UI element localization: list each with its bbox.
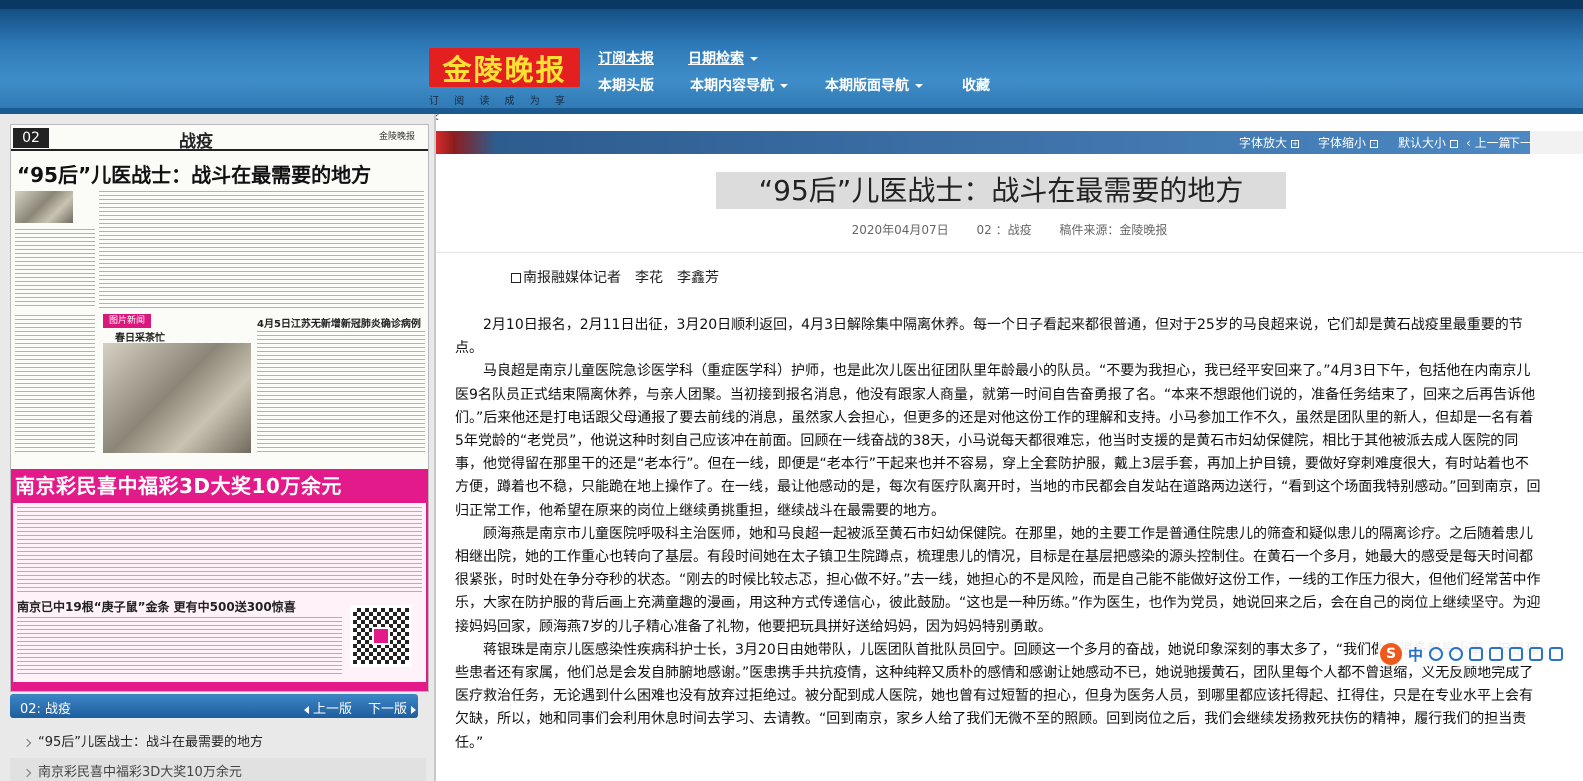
header-top-band [0,0,1583,9]
paper-photo-large [103,343,251,453]
plus-icon: + [1291,139,1300,148]
font-smaller-button[interactable]: 字体缩小 - [1318,134,1379,151]
font-default-button[interactable]: 默认大小 [1398,134,1459,151]
paper-side-headline[interactable]: 4月5日江苏无新增新冠肺炎确诊病例 [257,315,427,330]
article-body: 2月10日报名，2月11日出征，3月20日顺利返回，4月3日解除集中隔离休养。每… [455,314,1542,755]
article-list-item-title: “95后”儿医战士：战斗在最需要的地方 [38,735,264,750]
font-bigger-button[interactable]: 字体放大 + [1239,134,1300,151]
paper-ad-footer [11,682,428,691]
square-icon [1450,139,1459,148]
paper-text-column [99,191,424,309]
keyboard-icon[interactable] [1489,647,1504,661]
logo-text: 金陵晚报 [442,52,567,87]
newspaper-page-thumbnail[interactable]: 02 战疫 金陵晚报 “95后”儿医战士：战斗在最需要的地方 图片新闻 春日采茶… [10,124,429,692]
article-page: 02 ：战疫 [976,223,1032,237]
next-page-label: 下一版 [368,702,408,717]
ime-mode-toggle[interactable]: 中 [1408,644,1423,665]
paper-text-column [257,331,425,455]
article-list-item-title: 南京彩民喜中福彩3D大奖10万余元 [38,765,242,780]
article-list: “95后”儿医战士：战斗在最需要的地方 南京彩民喜中福彩3D大奖10万余元 [10,728,426,781]
nav-date-search[interactable]: 日期检索 [688,48,758,68]
article-list-item[interactable]: “95后”儿医战士：战斗在最需要的地方 [10,728,426,758]
nav-content-nav-label: 本期内容导航 [690,78,774,94]
prev-page-button[interactable]: 上一版 [304,698,352,717]
punctuation-icon[interactable] [1429,647,1444,661]
page-root: 金陵晚报 订 阅 读 成 为 享 受 订阅本报 日期检索 本期头版 本期内容导航… [0,0,1583,781]
article-paragraph: 2月10日报名，2月11日出征，3月20日顺利返回，4月3日解除集中隔离休养。每… [455,317,1523,357]
chevron-down-icon [750,57,758,61]
article-meta: 2020年04月07日 02 ：战疫 稿件来源：金陵晚报 [436,221,1583,238]
next-article-button[interactable]: 下一 [1508,134,1532,151]
paper-ad-subheadline[interactable]: 南京已中19根“庚子鼠”金条 更有中500送300惊喜 [17,598,296,615]
newspaper-logo[interactable]: 金陵晚报 [429,48,580,87]
emoji-icon[interactable] [1449,647,1464,661]
article-list-item[interactable]: 南京彩民喜中福彩3D大奖10万余元 [10,758,426,781]
prev-page-label: 上一版 [313,702,353,717]
arrow-left-icon [304,705,309,714]
site-header: 金陵晚报 订 阅 读 成 为 享 受 订阅本报 日期检索 本期头版 本期内容导航… [0,0,1583,122]
paper-masthead: 金陵晚报 [379,132,416,142]
nav-subscribe[interactable]: 订阅本报 [598,48,654,68]
sidebar-divider [434,114,436,781]
article-byline-text: 南报融媒体记者 李花 李鑫芳 [523,270,719,286]
paper-page-header: 02 战疫 金陵晚报 [11,125,428,152]
article-source: 稿件来源：金陵晚报 [1059,223,1168,237]
pager-current-page: 02: 战疫 [20,702,72,717]
paper-section-name: 战疫 [179,132,213,152]
paper-headline[interactable]: “95后”儿医战士：战斗在最需要的地方 [17,159,427,188]
next-article-label: 下一 [1508,136,1533,150]
chevron-right-icon [22,738,32,748]
arrow-right-icon [411,705,417,714]
paper-page-number: 02 [13,128,49,148]
article-paragraph: 顾海燕是南京市儿童医院呼吸科主治医师，她和马良超一起被派至黄石市妇幼保健院。在那… [455,525,1541,635]
user-icon[interactable] [1509,647,1524,661]
minus-icon: - [1370,139,1379,148]
nav-layout-nav[interactable]: 本期版面导航 [825,75,923,95]
box-icon [511,273,521,283]
paper-text-column [15,229,95,309]
next-page-button[interactable]: 下一版 [368,698,417,717]
sogou-logo-icon[interactable]: S [1380,643,1402,665]
paper-photo-news-tag: 图片新闻 [103,314,152,328]
paper-photo-small [15,191,73,223]
paper-ad-text [17,617,342,677]
paper-photo-caption[interactable]: 春日采茶忙 [115,329,165,344]
paper-ad-text [17,507,422,593]
article-title: “95后”儿医战士：战斗在最需要的地方 [716,172,1286,209]
article-date: 2020年04月07日 [851,223,949,237]
ime-toolbar[interactable]: S 中 [1378,642,1583,666]
paper-info-column [15,315,95,455]
logo-slogan: 订 阅 读 成 为 享 受 [429,96,571,122]
chevron-down-icon [915,84,923,88]
page-pager: 02: 战疫 上一版 下一版 [10,694,418,718]
microphone-icon[interactable] [1469,647,1484,661]
chevron-down-icon [780,84,788,88]
nav-content-nav[interactable]: 本期内容导航 [690,75,788,95]
font-smaller-label: 字体缩小 [1318,136,1367,150]
paper-ad-headline[interactable]: 南京彩民喜中福彩3D大奖10万余元 [11,469,428,503]
nav-front-page[interactable]: 本期头版 [598,75,654,95]
skin-icon[interactable] [1529,647,1544,661]
toolbar-right-pad [1530,131,1583,154]
article-paragraph: 马良超是南京儿童医院急诊医学科（重症医学科）护师，也是此次儿医出征团队里年龄最小… [455,363,1541,519]
nav-favorite[interactable]: 收藏 [962,75,990,95]
nav-date-search-label: 日期检索 [688,51,744,67]
article-byline: 南报融媒体记者 李花 李鑫芳 [511,267,719,287]
font-bigger-label: 字体放大 [1239,136,1288,150]
prev-article-label: 上一篇 [1474,136,1511,150]
font-default-label: 默认大小 [1398,136,1447,150]
toolbox-icon[interactable] [1549,647,1564,661]
article-divider [436,252,1583,253]
chevron-right-icon [22,768,32,778]
nav-layout-nav-label: 本期版面导航 [825,78,909,94]
prev-article-button[interactable]: ‹ 上一篇 [1466,134,1511,151]
qr-code-center-logo [372,627,390,645]
